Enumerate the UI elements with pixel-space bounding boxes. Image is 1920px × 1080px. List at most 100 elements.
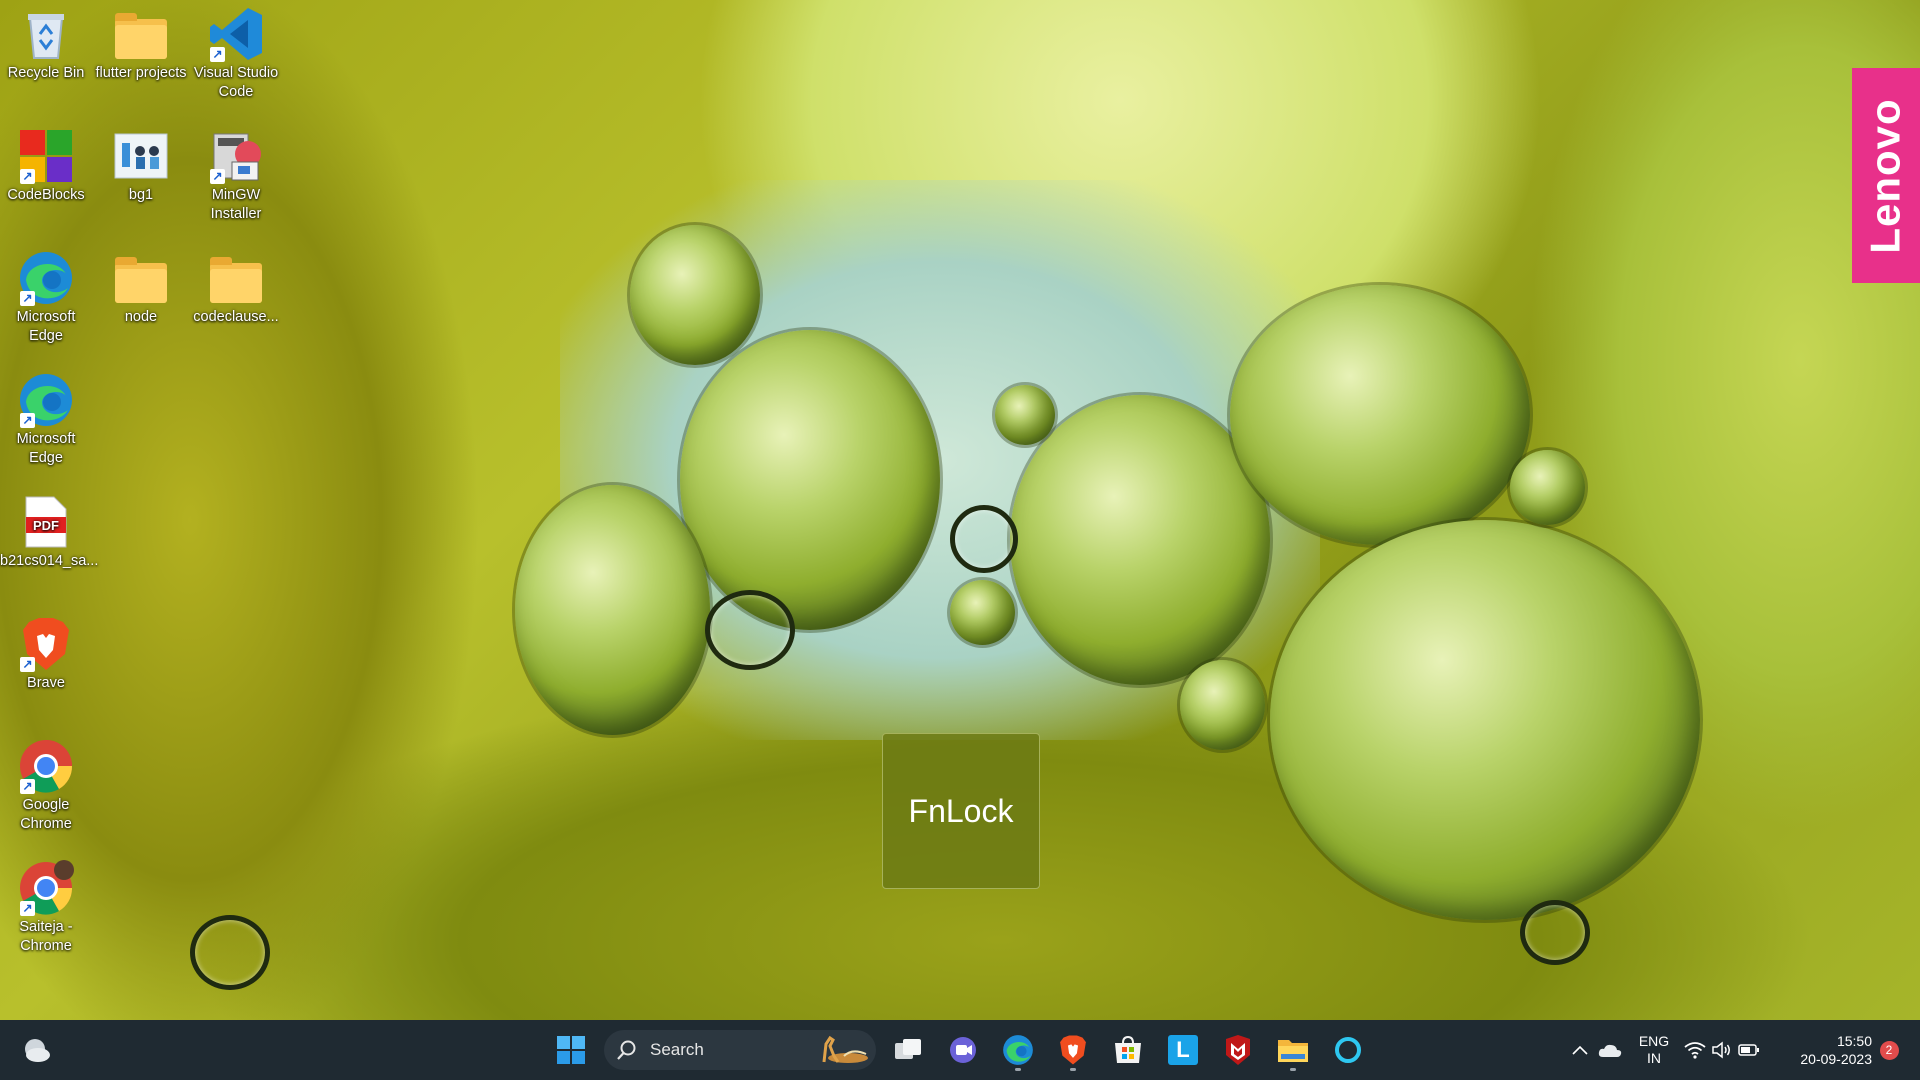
- taskbar-app-store[interactable]: [1106, 1028, 1150, 1072]
- weather-cloud-icon: [25, 1039, 50, 1062]
- l-app-icon: L: [1168, 1035, 1198, 1065]
- taskbar-app-file-explorer[interactable]: [1271, 1028, 1315, 1072]
- cortana-icon: [1335, 1037, 1361, 1063]
- taskbar-app-edge[interactable]: [996, 1028, 1040, 1072]
- wallpaper-bubble: [1270, 520, 1700, 920]
- wallpaper-bubble: [1510, 450, 1585, 525]
- desktop-icon-bg1[interactable]: bg1: [95, 124, 187, 205]
- clock-date: 20-09-2023: [1800, 1051, 1872, 1067]
- folder-icon: [208, 250, 264, 306]
- desktop-icon-label: MinGW Installer: [210, 187, 262, 222]
- edge-icon: [1003, 1035, 1033, 1065]
- taskbar-app-meet[interactable]: [941, 1028, 985, 1072]
- shortcut-arrow-icon: ↗: [20, 291, 35, 306]
- running-indicator: [1070, 1068, 1076, 1071]
- taskbar: Search L ENG IN 15:50 20-09-2023 2: [0, 1020, 1920, 1080]
- brave-icon: ↗: [18, 616, 74, 672]
- taskbar-app-lenovo-l[interactable]: L: [1161, 1028, 1205, 1072]
- desktop-icon-label: Microsoft Edge: [16, 309, 76, 344]
- meet-icon: [950, 1037, 976, 1063]
- shortcut-arrow-icon: ↗: [20, 169, 35, 184]
- taskbar-app-mcafee[interactable]: [1216, 1028, 1260, 1072]
- start-button[interactable]: [549, 1028, 593, 1072]
- store-icon: [1115, 1035, 1141, 1063]
- desktop-icon-pdf[interactable]: PDF b21cs014_sa...: [0, 490, 99, 571]
- running-indicator: [1290, 1068, 1296, 1071]
- search-label: Search: [650, 1040, 704, 1059]
- wallpaper-bubble: [680, 330, 940, 630]
- folder-icon: [113, 6, 169, 62]
- onedrive-button[interactable]: [1596, 1028, 1624, 1072]
- shortcut-arrow-icon: ↗: [210, 169, 225, 184]
- desktop-icon-label: b21cs014_sa...: [0, 553, 99, 569]
- chrome-profile-icon: ↗: [18, 860, 74, 916]
- recycle-bin-icon: [18, 6, 74, 62]
- desktop-icon-codeclause[interactable]: codeclause...: [190, 246, 282, 327]
- shortcut-arrow-icon: ↗: [20, 657, 35, 672]
- desktop-icon-label: codeclause...: [193, 309, 279, 325]
- desktop-icon-label: Microsoft Edge: [16, 431, 76, 466]
- taskbar-app-cortana[interactable]: [1326, 1028, 1370, 1072]
- lang-top: ENG: [1638, 1033, 1670, 1049]
- brave-icon: [1060, 1035, 1086, 1065]
- desktop-icon-vscode[interactable]: ↗ Visual Studio Code: [190, 2, 282, 102]
- taskbar-search-box[interactable]: Search: [604, 1030, 876, 1070]
- volume-icon: [1712, 1041, 1730, 1059]
- wallpaper-bubble: [630, 225, 760, 365]
- chevron-up-icon: [1572, 1045, 1588, 1055]
- desktop-icon-label: bg1: [128, 187, 154, 203]
- desktop-icon-label: CodeBlocks: [7, 187, 85, 203]
- desktop-icon-flutter-projects[interactable]: flutter projects: [95, 2, 187, 83]
- pdf-badge-text: PDF: [33, 518, 59, 533]
- search-highlight-giraffe-icon: [808, 1034, 870, 1066]
- notification-center-button[interactable]: 2: [1874, 1028, 1904, 1072]
- lenovo-brand-tag: Lenovo: [1852, 68, 1920, 283]
- desktop-icon-brave[interactable]: ↗ Brave: [0, 612, 92, 693]
- shortcut-arrow-icon: ↗: [20, 779, 35, 794]
- desktop-icon-codeblocks[interactable]: ↗ CodeBlocks: [0, 124, 92, 205]
- desktop-icon-label: node: [124, 309, 158, 325]
- wallpaper-ring: [190, 915, 270, 990]
- pdf-icon: PDF: [18, 494, 74, 550]
- folder-icon: [113, 250, 169, 306]
- shortcut-arrow-icon: ↗: [20, 901, 35, 916]
- shortcut-arrow-icon: ↗: [20, 413, 35, 428]
- desktop-icon-edge-1[interactable]: ↗ Microsoft Edge: [0, 246, 92, 346]
- quick-settings-button[interactable]: [1684, 1028, 1760, 1072]
- mcafee-icon: [1226, 1035, 1250, 1065]
- folder-icon: [1278, 1040, 1308, 1062]
- task-view-icon: [895, 1039, 921, 1059]
- taskbar-app-task-view[interactable]: [886, 1028, 930, 1072]
- desktop-icon-chrome-saiteja[interactable]: ↗ Saiteja - Chrome: [0, 856, 92, 956]
- wallpaper-ring: [705, 590, 795, 670]
- fnlock-osd: FnLock: [882, 733, 1040, 889]
- input-language-button[interactable]: ENG IN: [1626, 1028, 1682, 1072]
- wallpaper-ring: [1520, 900, 1590, 965]
- desktop-icon-label: Recycle Bin: [7, 65, 85, 81]
- codeblocks-icon: ↗: [18, 128, 74, 184]
- desktop-icon-recycle-bin[interactable]: Recycle Bin: [0, 2, 92, 83]
- desktop-icon-chrome[interactable]: ↗ Google Chrome: [0, 734, 92, 834]
- clock-button[interactable]: 15:50 20-09-2023: [1778, 1028, 1872, 1072]
- clock-time: 15:50: [1836, 1033, 1872, 1049]
- desktop-icon-label: Visual Studio Code: [193, 65, 279, 100]
- windows-logo-icon: [557, 1036, 585, 1064]
- desktop-icon-node[interactable]: node: [95, 246, 187, 327]
- taskbar-app-brave[interactable]: [1051, 1028, 1095, 1072]
- wallpaper-ring: [950, 505, 1018, 573]
- wallpaper-bubble: [995, 385, 1055, 445]
- l-app-glyph: L: [1176, 1037, 1190, 1062]
- installer-icon: ↗: [208, 128, 264, 184]
- desktop-icon-edge-2[interactable]: ↗ Microsoft Edge: [0, 368, 92, 468]
- desktop-icon-label: Brave: [27, 675, 65, 691]
- wallpaper-bubble: [1230, 285, 1530, 545]
- show-hidden-icons-button[interactable]: [1568, 1028, 1592, 1072]
- weather-widget-button[interactable]: [14, 1028, 58, 1072]
- chrome-icon: ↗: [18, 738, 74, 794]
- wallpaper-bubble: [1180, 660, 1265, 750]
- desktop-icon-mingw[interactable]: ↗ MinGW Installer: [190, 124, 282, 224]
- wallpaper-bubble: [515, 485, 710, 735]
- wallpaper-bubble: [1010, 395, 1270, 685]
- notification-count-badge: 2: [1879, 1040, 1899, 1060]
- onedrive-cloud-icon: [1598, 1044, 1622, 1057]
